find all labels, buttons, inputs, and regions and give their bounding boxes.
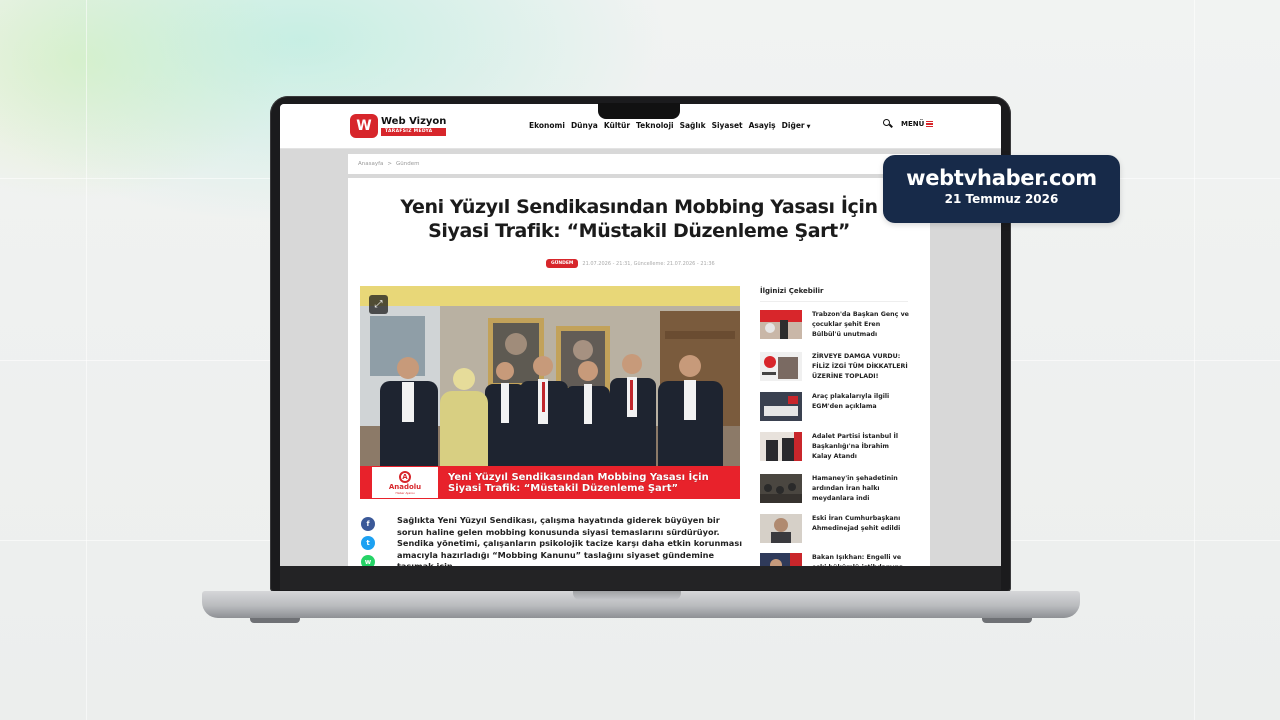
sidebar-news-item[interactable]: Adalet Partisi İstanbul İl Başkanlığı'na…	[760, 432, 910, 462]
laptop-foot	[250, 618, 300, 623]
news-thumbnail	[760, 392, 802, 421]
screen-bezel-bottom	[280, 566, 1001, 590]
logo-text: Web Vizyon TARAFSIZ MEDYA	[381, 116, 447, 136]
photo-caption: Yeni Yüzyıl Sendikasından Mobbing Yasası…	[448, 471, 709, 494]
news-thumbnail	[760, 432, 802, 461]
logo-tv-icon: W	[350, 114, 378, 138]
sidebar-news-item[interactable]: Bakan Işıkhan: Engelli ve eski hükümlü i…	[760, 553, 910, 566]
news-thumbnail	[760, 352, 802, 381]
sidebar-news-title: Araç plakalarıyla ilgili EGM'den açıklam…	[812, 393, 890, 410]
nav-item-kultur[interactable]: Kültür	[604, 121, 630, 130]
header-actions: MENÜ	[883, 119, 934, 129]
nav-item-saglik[interactable]: Sağlık	[680, 121, 706, 130]
article-dates: 21.07.2026 - 21:31, Güncelleme: 21.07.20…	[582, 260, 715, 267]
menu-label: MENÜ	[901, 120, 925, 128]
sidebar-news-item[interactable]: Eski İran Cumhurbaşkanı Ahmedinejad şehi…	[760, 514, 910, 543]
sidebar-news-item[interactable]: Araç plakalarıyla ilgili EGM'den açıklam…	[760, 392, 910, 421]
category-badge[interactable]: GÜNDEM	[546, 259, 579, 268]
nav-item-siyaset[interactable]: Siyaset	[712, 121, 743, 130]
nav-more-label: Diğer	[781, 121, 805, 130]
sidebar-news-item[interactable]: Trabzon'da Başkan Genç ve çocuklar şehit…	[760, 310, 910, 340]
sidebar-news-title: Hamaney'in şehadetinin ardından İran hal…	[812, 475, 898, 502]
grid-line	[1194, 0, 1195, 720]
sidebar-news-item[interactable]: Hamaney'in şehadetinin ardından İran hal…	[760, 474, 910, 504]
chevron-down-icon: ▼	[806, 124, 811, 130]
photo-caption-bar: A Anadolu Haber Ajansı Yeni Yüzyıl Sendi…	[360, 466, 740, 499]
breadcrumb-separator: >	[387, 161, 393, 167]
site-logo[interactable]: W Web Vizyon TARAFSIZ MEDYA	[350, 114, 447, 138]
sidebar-news-title: Eski İran Cumhurbaşkanı Ahmedinejad şehi…	[812, 515, 901, 532]
breadcrumb: Anasayfa > Gündem	[348, 154, 930, 174]
nav-item-ekonomi[interactable]: Ekonomi	[529, 121, 565, 130]
whatsapp-share-button[interactable]: w	[361, 555, 375, 566]
share-buttons: f t w	[361, 517, 375, 566]
logo-tagline: TARAFSIZ MEDYA	[381, 128, 447, 136]
site-date: 21 Temmuz 2026	[944, 192, 1059, 206]
agency-logo-icon: A	[399, 470, 411, 483]
laptop-base-notch	[573, 591, 681, 600]
grid-line	[86, 0, 87, 720]
news-thumbnail	[760, 310, 802, 339]
article-meta: GÜNDEM 21.07.2026 - 21:31, Güncelleme: 2…	[546, 259, 715, 268]
search-icon[interactable]	[883, 119, 893, 129]
breadcrumb-current[interactable]: Gündem	[396, 161, 419, 167]
sidebar-title: İlginizi Çekebilir	[760, 287, 824, 295]
article-photo[interactable]: A Anadolu Haber Ajansı Yeni Yüzyıl Sendi…	[360, 286, 740, 499]
news-thumbnail	[760, 474, 802, 503]
sidebar-news-title: Bakan Işıkhan: Engelli ve eski hükümlü i…	[812, 554, 903, 566]
nav-item-asayis[interactable]: Asayiş	[749, 121, 776, 130]
agency-subtitle: Haber Ajansı	[395, 490, 415, 495]
agency-logo-box: A Anadolu Haber Ajansı	[372, 467, 438, 498]
nav-item-teknoloji[interactable]: Teknoloji	[636, 121, 674, 130]
nav-item-dunya[interactable]: Dünya	[571, 121, 598, 130]
menu-button[interactable]: MENÜ	[901, 120, 934, 128]
site-url: webtvhaber.com	[906, 166, 1097, 190]
breadcrumb-home[interactable]: Anasayfa	[358, 161, 383, 167]
news-thumbnail	[760, 514, 802, 543]
twitter-share-button[interactable]: t	[361, 536, 375, 550]
hamburger-icon	[926, 121, 934, 127]
sidebar-news-title: Adalet Partisi İstanbul İl Başkanlığı'na…	[812, 433, 899, 460]
sidebar-news-title: Trabzon'da Başkan Genç ve çocuklar şehit…	[812, 311, 909, 338]
logo-name: Web Vizyon	[381, 116, 447, 127]
nav-item-diger[interactable]: Diğer ▼	[782, 121, 811, 130]
facebook-share-button[interactable]: f	[361, 517, 375, 531]
laptop-foot	[982, 618, 1032, 623]
article-title: Yeni Yüzyıl Sendikasından Mobbing Yasası…	[400, 196, 878, 242]
site-url-badge: webtvhaber.com 21 Temmuz 2026	[883, 155, 1120, 223]
sidebar-divider	[760, 301, 908, 302]
article-body: Sağlıkta Yeni Yüzyıl Sendikası, çalışma …	[397, 515, 743, 566]
news-thumbnail	[760, 553, 802, 566]
sidebar-news-title: ZİRVEYE DAMGA VURDU: FİLİZ İZGİ TÜM DİKK…	[812, 353, 908, 380]
main-nav: Ekonomi Dünya Kültür Teknoloji Sağlık Si…	[529, 121, 810, 130]
article-container: Yeni Yüzyıl Sendikasından Mobbing Yasası…	[348, 178, 930, 566]
expand-icon[interactable]: ⤢	[369, 295, 388, 314]
sidebar-news-item[interactable]: ZİRVEYE DAMGA VURDU: FİLİZ İZGİ TÜM DİKK…	[760, 352, 910, 382]
camera-notch	[598, 103, 680, 119]
agency-name: Anadolu	[388, 482, 422, 491]
